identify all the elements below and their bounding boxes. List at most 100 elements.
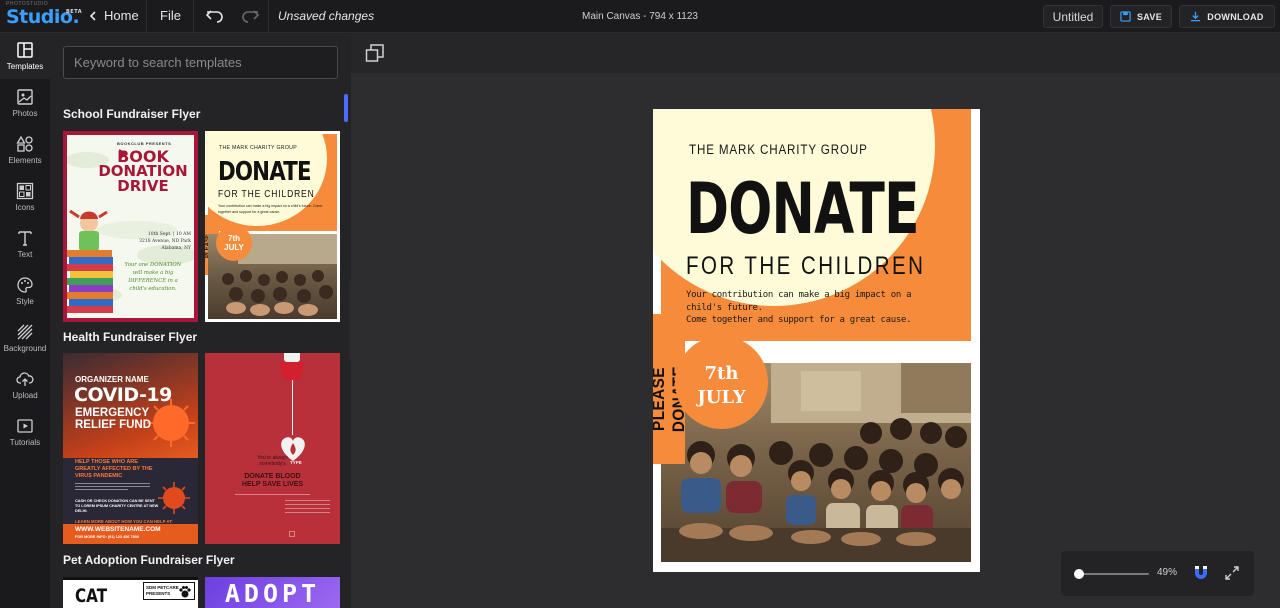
template-covid-relief[interactable]: ORGANIZER NAME COVID-19 EMERGENCY RELIEF… <box>63 353 198 544</box>
divider <box>193 0 194 33</box>
blood-h1: DONATE BLOOD <box>244 473 301 480</box>
floppy-icon <box>1120 11 1131 22</box>
rail-label: Tutorials <box>9 438 41 447</box>
template-cat-adoption[interactable]: CAT SDM PETCARE PRESENTS <box>63 577 198 608</box>
rail-label: Icons <box>15 203 35 212</box>
rail-label: Background <box>3 344 47 353</box>
adopt-word: ADOPT <box>224 579 321 608</box>
canvas-month: JULY <box>697 387 746 408</box>
save-label: SAVE <box>1136 11 1163 22</box>
canvas-group-name[interactable]: THE MARK CHARITY GROUP <box>689 142 868 157</box>
image-icon <box>17 89 33 105</box>
book-headline: BOOK DONATION DRIVE <box>93 149 193 194</box>
book-date: 10th Sept. | 10 AM <box>147 232 191 237</box>
cat-shop: SDM PETCARE PRESENTS <box>146 585 179 597</box>
rail-label: Elements <box>8 156 42 165</box>
virus-small-icon <box>158 482 190 514</box>
donate-thumb-title: DONATE <box>218 157 312 187</box>
covid-cash3: DELHI. <box>75 509 88 513</box>
shapes-icon <box>16 135 33 152</box>
canvas-size-label: Main Canvas - 794 x 1123 <box>582 11 698 22</box>
book-details: 10th Sept. | 10 AM 3218 Avenue, ND Park … <box>123 231 191 252</box>
file-menu-button[interactable]: File <box>160 8 181 23</box>
rail-item-background[interactable]: Background <box>0 315 50 361</box>
covid-cash2: TO LOREM IPSUM CHARITY CENTRE AT NEW <box>75 504 159 508</box>
pattern-icon <box>17 324 33 340</box>
chevron-left-icon <box>89 10 96 21</box>
book-tagline: Your one DONATION will make a big DIFFER… <box>115 261 191 293</box>
palette-icon <box>17 277 33 293</box>
book-presents: BOOKCLUB PRESENTS <box>117 141 172 146</box>
canvas-title[interactable]: DONATE <box>686 169 919 249</box>
document-title[interactable]: Untitled <box>1043 5 1103 28</box>
iv-bag <box>281 362 303 381</box>
blood-body-line <box>235 494 310 495</box>
download-icon <box>1191 11 1201 22</box>
fullscreen-icon[interactable] <box>1224 565 1240 581</box>
divider <box>268 0 269 33</box>
canvas-body[interactable]: Your contribution can make a big impact … <box>686 289 912 327</box>
logo-text: Studio <box>6 6 73 28</box>
template-blood-donation[interactable]: You're always somebody's TYPE DONATE BLO… <box>205 353 340 544</box>
blood-line2: somebody's <box>259 461 286 467</box>
canvas-body3: Come together and support for a great ca… <box>686 315 912 325</box>
rail-item-tutorials[interactable]: Tutorials <box>0 409 50 455</box>
layers-icon[interactable] <box>365 43 385 63</box>
template-adopt[interactable]: ADOPT <box>205 577 340 608</box>
rail-item-templates[interactable]: Templates <box>0 33 50 79</box>
canvas-body2: child's future. <box>686 302 763 313</box>
covid-title3: RELIEF FUND <box>75 419 152 431</box>
covid-title1: COVID-19 <box>74 384 172 406</box>
rail-item-icons[interactable]: Icons <box>0 174 50 220</box>
redo-icon[interactable] <box>240 7 260 25</box>
magnet-snap-icon[interactable] <box>1192 564 1210 582</box>
girl-reading-illustration <box>67 209 113 313</box>
donate-thumb-date: 7th JULY <box>216 234 252 252</box>
blood-tagline: You're always somebody's <box>205 455 340 467</box>
rail-item-upload[interactable]: Upload <box>0 362 50 408</box>
download-button[interactable]: DOWNLOAD <box>1179 5 1275 28</box>
template-donate-children[interactable]: THE MARK CHARITY GROUP DONATE FOR THE CH… <box>205 131 340 322</box>
cat-top-bar <box>63 577 198 580</box>
covid-help1: HELP THOSE WHO ARE <box>75 459 138 465</box>
donate-thumb-group: THE MARK CHARITY GROUP <box>219 145 297 151</box>
paw-icon <box>179 586 191 598</box>
covid-title2: EMERGENCY <box>75 407 150 419</box>
blood-h2: HELP SAVE LIVES <box>241 481 304 488</box>
save-button[interactable]: SAVE <box>1110 5 1172 28</box>
rail-item-elements[interactable]: Elements <box>0 127 50 173</box>
rail-label: Photos <box>12 109 38 118</box>
zoom-slider-handle[interactable] <box>1073 569 1084 579</box>
zoom-value: 49% <box>1157 567 1178 578</box>
rail-label: Text <box>17 250 33 259</box>
panel-scrollbar[interactable] <box>344 94 348 122</box>
rail-label: Style <box>16 297 34 306</box>
rail-item-style[interactable]: Style <box>0 268 50 314</box>
undo-icon[interactable] <box>205 7 225 25</box>
cat-word: CAT <box>75 585 108 607</box>
rail-item-photos[interactable]: Photos <box>0 80 50 126</box>
zoom-slider-track[interactable] <box>1075 573 1149 575</box>
blood-type: TYPE <box>290 460 302 465</box>
book-addr2: Alabama, NY <box>161 246 191 251</box>
unsaved-status: Unsaved changes <box>278 9 375 23</box>
covid-org: ORGANIZER NAME <box>75 375 149 384</box>
covid-footer: WWW.WEBSITENAME.COM FOR MORE INFO: (91) … <box>63 524 198 544</box>
rail-item-text[interactable]: Text <box>0 221 50 267</box>
top-bar: PHOTOSTUDIO Studio. BETA Home File Unsav… <box>0 0 1280 33</box>
home-button[interactable]: Home <box>88 8 139 23</box>
canvas-date[interactable]: 7th JULY <box>675 362 768 410</box>
studio-logo[interactable]: Studio. BETA <box>6 6 82 28</box>
tool-rail: Templates Photos Elements Icons Text Sty… <box>0 33 50 608</box>
canvas-subtitle[interactable]: FOR THE CHILDREN <box>686 252 925 281</box>
book-tag3: DIFFERENCE in a <box>128 278 178 284</box>
book-tag1: Your one DONATION <box>124 262 182 268</box>
section-title-health: Health Fundraiser Flyer <box>63 330 198 344</box>
design-canvas[interactable]: THE MARK CHARITY GROUP DONATE FOR THE CH… <box>653 109 980 572</box>
covid-help: HELP THOSE WHO ARE GREATLY AFFECTED BY T… <box>75 459 153 480</box>
canvas-toolbar <box>351 33 1280 73</box>
template-search-input[interactable] <box>63 46 338 79</box>
template-book-donation[interactable]: BOOKCLUB PRESENTS BOOK DONATION DRIVE 10… <box>63 131 198 322</box>
text-icon <box>18 231 32 246</box>
donate-thumb-sub: FOR THE CHILDREN <box>218 189 315 200</box>
